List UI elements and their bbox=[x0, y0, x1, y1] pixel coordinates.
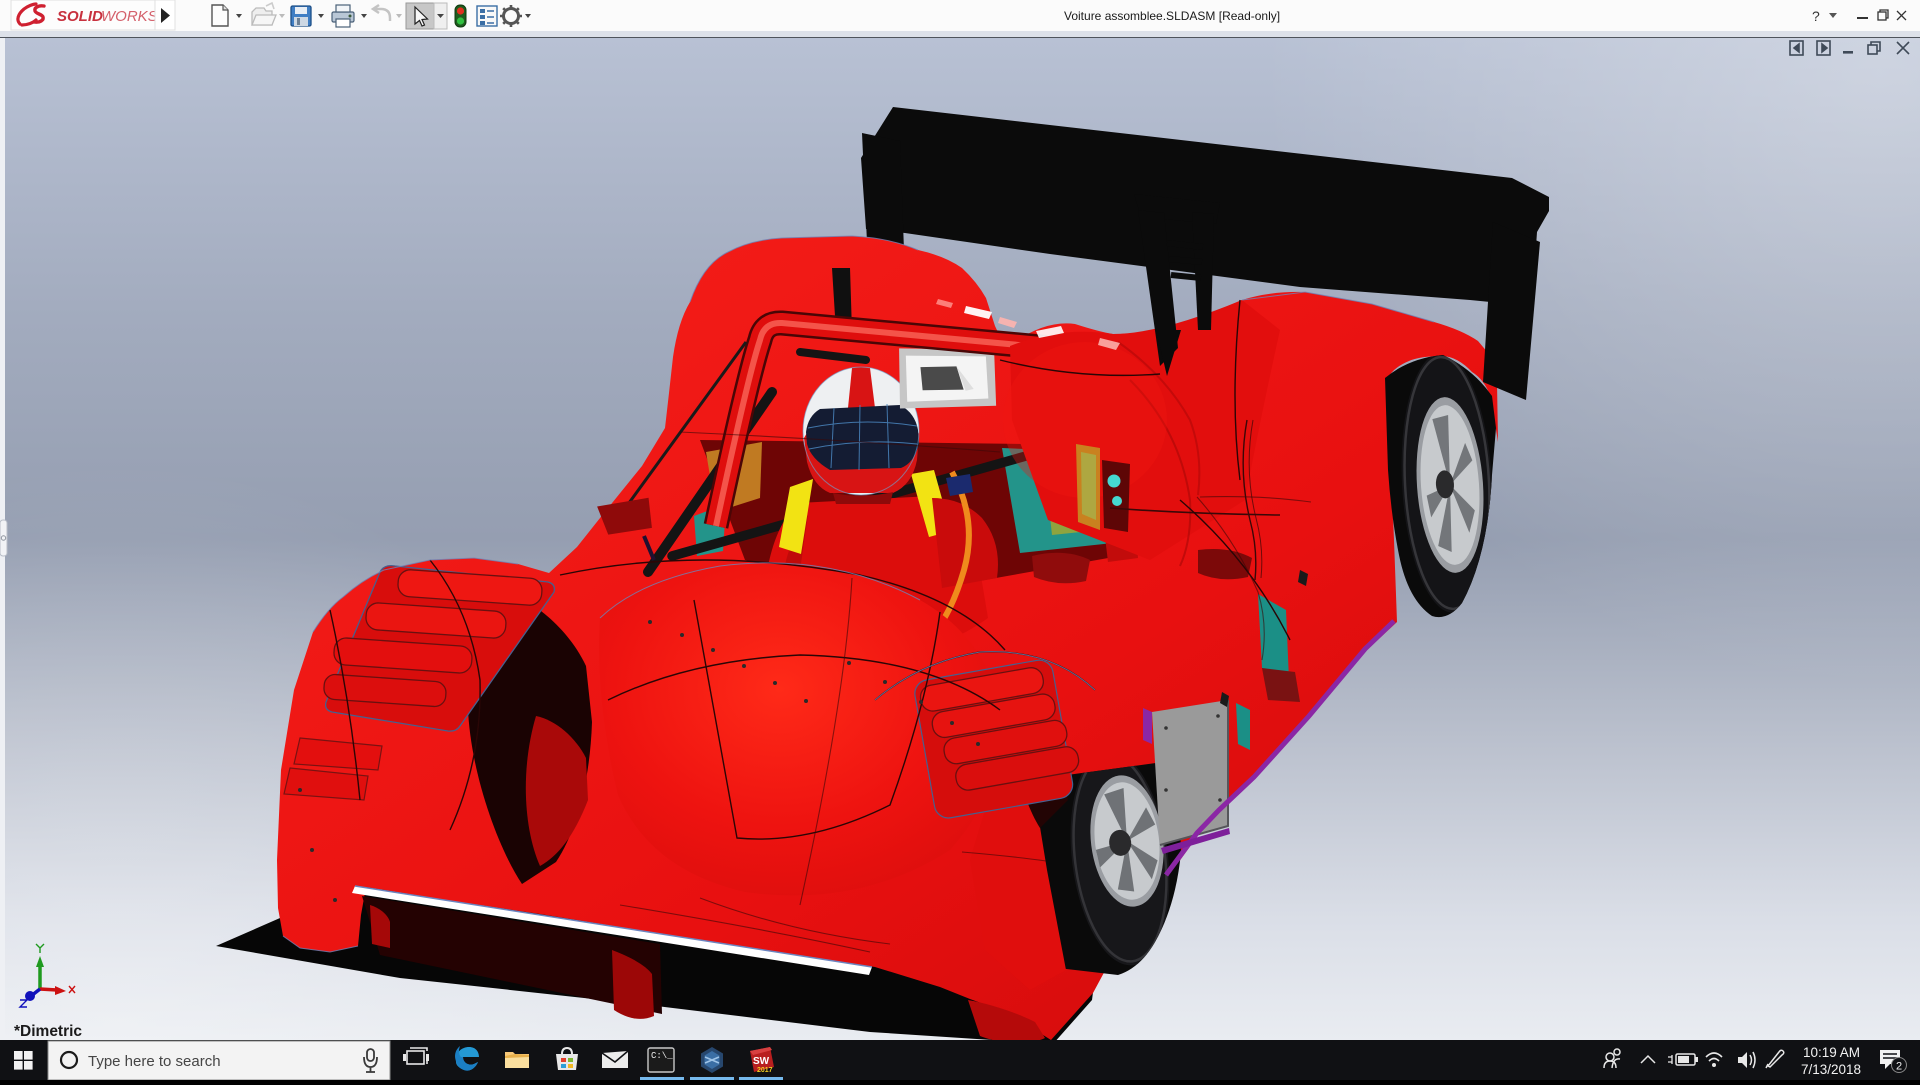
svg-text:?: ? bbox=[1812, 8, 1820, 24]
svg-text:WORKS: WORKS bbox=[101, 8, 158, 25]
svg-text:7/13/2018: 7/13/2018 bbox=[1801, 1062, 1861, 1077]
svg-text:10:19 AM: 10:19 AM bbox=[1803, 1045, 1860, 1060]
svg-text:2017: 2017 bbox=[757, 1067, 773, 1074]
svg-text:Voiture assomblee.SLDASM [Read: Voiture assomblee.SLDASM [Read-only] bbox=[1064, 9, 1280, 23]
svg-text:Type here to search: Type here to search bbox=[88, 1053, 221, 1070]
svg-text:SOLID: SOLID bbox=[57, 8, 103, 25]
svg-text:2: 2 bbox=[1896, 1061, 1902, 1073]
svg-text:*Dimetric: *Dimetric bbox=[14, 1023, 82, 1040]
svg-text:SW: SW bbox=[753, 1056, 770, 1067]
svg-text:C:\_: C:\_ bbox=[651, 1051, 673, 1061]
